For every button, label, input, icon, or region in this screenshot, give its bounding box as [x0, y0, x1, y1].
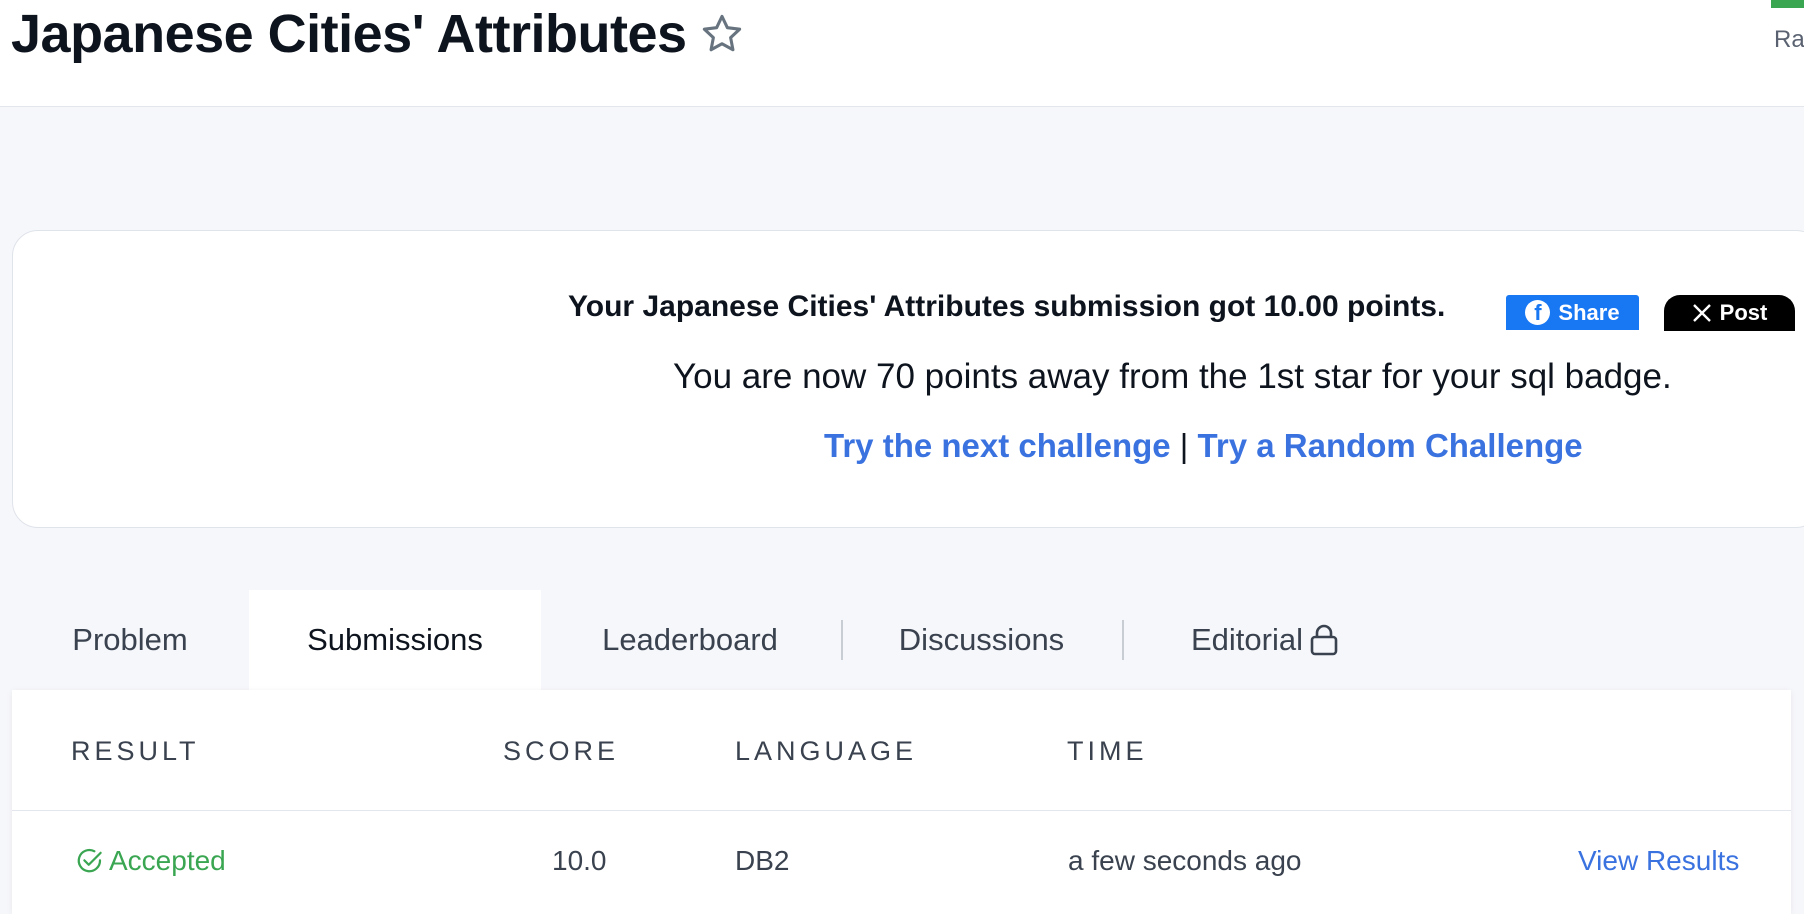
- result-label: Accepted: [109, 845, 226, 876]
- column-header-time: TIME: [1067, 736, 1148, 766]
- share-label: Share: [1558, 299, 1620, 325]
- tab-editorial-label: Editorial: [1191, 622, 1303, 657]
- tab-editorial[interactable]: Editorial: [1175, 590, 1355, 690]
- status-indicator: [1771, 0, 1804, 8]
- result-status: Accepted: [75, 845, 226, 877]
- column-header-language: LANGUAGE: [735, 736, 918, 766]
- submissions-table: RESULT SCORE LANGUAGE TIME Accepted 10.0…: [12, 690, 1791, 914]
- badge-progress-text: You are now 70 points away from the 1st …: [673, 357, 1672, 396]
- star-icon[interactable]: [699, 11, 745, 57]
- column-header-score: SCORE: [503, 736, 620, 766]
- tab-divider: [841, 620, 843, 660]
- page-header: Japanese Cities' Attributes Ra: [0, 0, 1804, 107]
- x-post-button[interactable]: Post: [1664, 295, 1795, 331]
- challenge-tabs: Problem Submissions Leaderboard Discussi…: [0, 590, 1804, 690]
- tab-discussions[interactable]: Discussions: [890, 590, 1073, 690]
- language-value: DB2: [735, 845, 790, 876]
- tab-divider: [1122, 620, 1124, 660]
- tab-submissions[interactable]: Submissions: [249, 590, 541, 690]
- facebook-icon: f: [1525, 300, 1551, 325]
- tab-leaderboard[interactable]: Leaderboard: [590, 590, 790, 690]
- row-divider: [12, 810, 1791, 811]
- view-results-link[interactable]: View Results: [1578, 845, 1739, 877]
- column-header-result: RESULT: [71, 736, 200, 766]
- tab-problem[interactable]: Problem: [50, 590, 210, 690]
- facebook-share-button[interactable]: f Share: [1506, 295, 1639, 330]
- lock-icon: [1310, 624, 1338, 656]
- x-logo-icon: [1692, 304, 1711, 322]
- score-value: 10.0: [552, 845, 607, 876]
- random-challenge-link[interactable]: Try a Random Challenge: [1198, 427, 1583, 464]
- time-value: a few seconds ago: [1068, 845, 1302, 876]
- header-right-text: Ra: [1774, 26, 1804, 53]
- next-challenge-link[interactable]: Try the next challenge: [824, 427, 1171, 464]
- submission-score-message: Your Japanese Cities' Attributes submiss…: [568, 290, 1446, 323]
- challenge-links: Try the next challenge | Try a Random Ch…: [824, 427, 1583, 465]
- page-title: Japanese Cities' Attributes: [11, 4, 687, 64]
- check-circle-icon: [77, 848, 102, 873]
- link-separator: |: [1179, 427, 1189, 464]
- post-label: Post: [1719, 300, 1768, 325]
